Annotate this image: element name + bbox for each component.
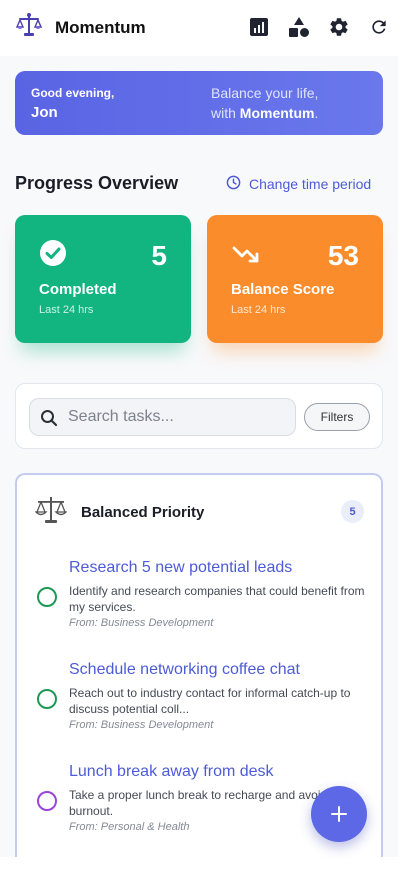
app-title: Momentum bbox=[55, 18, 146, 37]
task-description: Identify and research companies that cou… bbox=[69, 584, 365, 614]
balance-score-stat-card: 53 Balance Score Last 24 hrs bbox=[207, 215, 383, 343]
gear-icon[interactable] bbox=[328, 16, 350, 38]
tagline-line1: Balance your life, bbox=[211, 85, 319, 101]
completed-stat-card: 5 Completed Last 24 hrs bbox=[15, 215, 191, 343]
add-task-button[interactable] bbox=[311, 786, 367, 842]
scales-logo-icon bbox=[15, 12, 43, 38]
shapes-icon[interactable] bbox=[288, 16, 310, 38]
main-content: Good evening, Jon Balance your life, wit… bbox=[0, 56, 398, 857]
task-checkbox[interactable] bbox=[37, 791, 57, 811]
tagline-prefix: with bbox=[211, 105, 240, 121]
user-name: Jon bbox=[31, 104, 58, 121]
app-bar: Momentum bbox=[0, 0, 398, 56]
balance-score-label: Balance Score bbox=[231, 281, 335, 298]
change-time-period-link[interactable]: Change time period bbox=[226, 175, 371, 193]
task-source: From: Personal & Health bbox=[69, 821, 190, 833]
search-input[interactable] bbox=[68, 399, 288, 435]
refresh-icon[interactable] bbox=[368, 16, 390, 38]
completed-label: Completed bbox=[39, 281, 117, 298]
task-source: From: Business Development bbox=[69, 719, 214, 731]
task-source: From: Business Development bbox=[69, 617, 214, 629]
plus-icon bbox=[331, 806, 347, 822]
balance-score-value: 53 bbox=[327, 240, 359, 271]
balance-score-period: Last 24 hrs bbox=[231, 304, 286, 316]
search-box[interactable] bbox=[29, 398, 296, 436]
filters-button[interactable]: Filters bbox=[304, 403, 370, 431]
task-group-title: Balanced Priority bbox=[81, 504, 205, 521]
trending-down-icon bbox=[231, 239, 261, 269]
tagline-brand: Momentum bbox=[239, 105, 315, 121]
progress-overview-title: Progress Overview bbox=[15, 173, 179, 193]
chart-icon[interactable] bbox=[248, 16, 270, 38]
tagline-line2: with Momentum. bbox=[211, 105, 318, 121]
bottom-strip bbox=[0, 857, 398, 872]
greeting-text: Good evening, bbox=[31, 86, 115, 100]
clock-icon bbox=[226, 175, 241, 193]
task-description: Reach out to industry contact for inform… bbox=[69, 686, 351, 716]
task-title[interactable]: Lunch break away from desk bbox=[69, 763, 274, 781]
task-checkbox[interactable] bbox=[37, 587, 57, 607]
task-count-badge: 5 bbox=[341, 500, 364, 523]
search-card: Filters bbox=[15, 383, 383, 449]
scales-icon bbox=[34, 495, 68, 525]
completed-period: Last 24 hrs bbox=[39, 304, 94, 316]
check-circle-icon bbox=[39, 239, 69, 269]
task-title[interactable]: Research 5 new potential leads bbox=[69, 559, 292, 577]
task-checkbox[interactable] bbox=[37, 689, 57, 709]
greeting-banner: Good evening, Jon Balance your life, wit… bbox=[15, 71, 383, 135]
tagline-suffix: . bbox=[314, 105, 319, 121]
completed-value: 5 bbox=[151, 240, 167, 271]
change-time-period-label: Change time period bbox=[249, 176, 372, 192]
search-icon bbox=[40, 409, 58, 427]
task-title[interactable]: Schedule networking coffee chat bbox=[69, 661, 300, 679]
